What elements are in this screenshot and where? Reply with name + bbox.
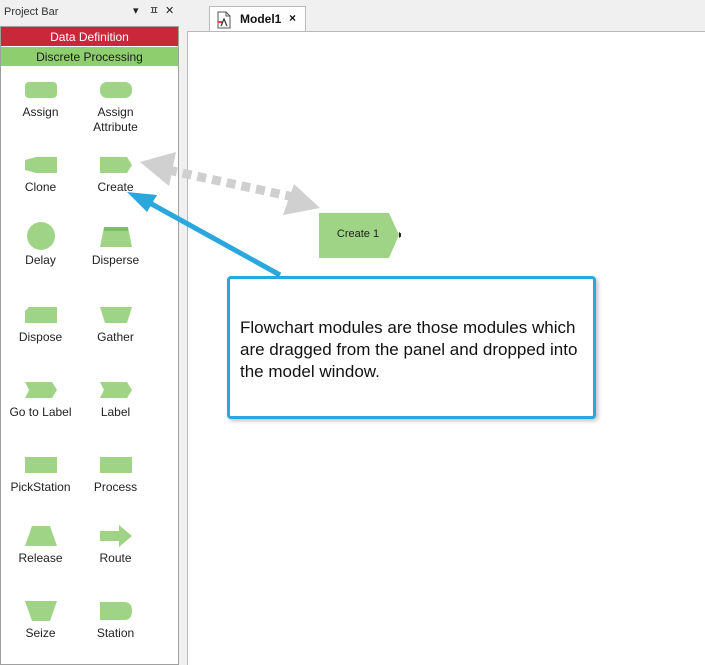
panel-data-definition[interactable]: Data Definition bbox=[1, 27, 178, 47]
module-label: Disperse bbox=[91, 253, 140, 267]
module-label: Route bbox=[99, 551, 132, 565]
seize-shape-icon bbox=[24, 601, 57, 621]
module-assign[interactable]: Assign bbox=[3, 81, 78, 120]
application-window: Project Bar ▾ ㅍ ✕ Data Definition Discre… bbox=[0, 0, 705, 665]
delay-shape-icon bbox=[26, 222, 55, 250]
module-disperse[interactable]: Disperse bbox=[78, 221, 153, 268]
pin-icon[interactable]: ㅍ bbox=[149, 5, 159, 17]
module-label: Clone bbox=[24, 180, 57, 194]
module-label: Dispose bbox=[18, 330, 63, 344]
close-icon[interactable]: ✕ bbox=[165, 5, 174, 17]
create-1-module-label: Create 1 bbox=[336, 228, 380, 240]
pickstation-shape-icon bbox=[24, 457, 57, 473]
assign-attribute-shape-icon bbox=[99, 82, 132, 98]
module-label: Go to Label bbox=[9, 405, 72, 419]
go-to-label-shape-icon bbox=[24, 382, 57, 398]
module-dispose[interactable]: Dispose bbox=[3, 306, 78, 345]
process-shape-icon bbox=[99, 457, 132, 473]
station-shape-icon bbox=[99, 602, 132, 620]
module-go-to-label[interactable]: Go to Label bbox=[3, 381, 78, 420]
module-label: Release bbox=[18, 551, 63, 565]
module-label: Delay bbox=[25, 253, 56, 267]
document-tab-strip: Model1 × bbox=[187, 0, 705, 31]
module-label: Label bbox=[100, 405, 131, 419]
project-bar-panel: Data Definition Discrete Processing Assi… bbox=[0, 26, 179, 665]
module-assign-attribute[interactable]: Assign Attribute bbox=[78, 81, 153, 135]
module-delay[interactable]: Delay bbox=[3, 221, 78, 268]
route-shape-icon bbox=[99, 525, 132, 547]
module-create[interactable]: Create bbox=[78, 156, 153, 195]
module-route[interactable]: Route bbox=[78, 524, 153, 566]
tab-label: Model1 bbox=[240, 12, 282, 26]
callout-text: Flowchart modules are those modules whic… bbox=[240, 318, 578, 381]
module-gather[interactable]: Gather bbox=[78, 306, 153, 345]
module-label: Seize bbox=[25, 626, 56, 640]
module-label: Assign bbox=[22, 105, 59, 119]
release-shape-icon bbox=[24, 526, 57, 546]
splitter[interactable] bbox=[179, 26, 187, 665]
module-label: Station bbox=[96, 626, 135, 640]
module-station[interactable]: Station bbox=[78, 599, 153, 641]
label-shape-icon bbox=[99, 382, 132, 398]
module-label: PickStation bbox=[10, 480, 71, 494]
assign-shape-icon bbox=[24, 82, 57, 98]
gather-shape-icon bbox=[99, 307, 132, 323]
module-process[interactable]: Process bbox=[78, 456, 153, 495]
module-label: Gather bbox=[97, 330, 134, 344]
tab-model1[interactable]: Model1 × bbox=[209, 6, 306, 31]
clone-shape-icon bbox=[24, 157, 57, 173]
dispose-shape-icon bbox=[24, 307, 57, 323]
module-pickstation[interactable]: PickStation bbox=[3, 456, 78, 495]
module-label: Create bbox=[97, 180, 134, 194]
create-shape-icon bbox=[99, 157, 132, 173]
callout-box: Flowchart modules are those modules whic… bbox=[227, 276, 596, 419]
panel-discrete-processing[interactable]: Discrete Processing bbox=[1, 47, 178, 67]
tab-close-icon[interactable]: × bbox=[289, 11, 296, 25]
dropdown-icon[interactable]: ▾ bbox=[133, 5, 139, 17]
module-label: Process bbox=[93, 480, 138, 494]
model-document-icon bbox=[217, 11, 231, 29]
module-clone[interactable]: Clone bbox=[3, 156, 78, 195]
disperse-shape-icon bbox=[99, 227, 132, 247]
module-release[interactable]: Release bbox=[3, 524, 78, 566]
module-label: Assign Attribute bbox=[93, 105, 138, 134]
module-seize[interactable]: Seize bbox=[3, 599, 78, 641]
module-label-block[interactable]: Label bbox=[78, 381, 153, 420]
